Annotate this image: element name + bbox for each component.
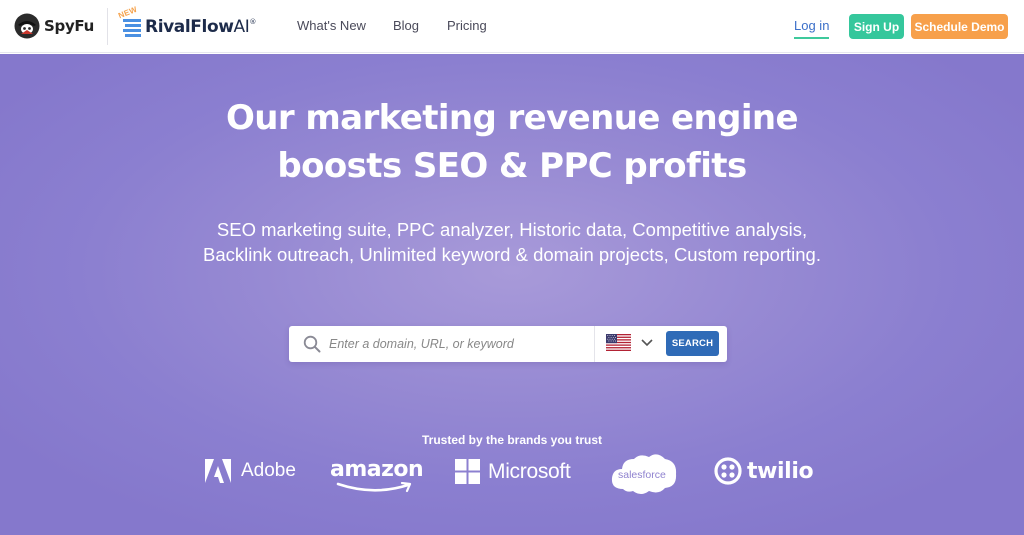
microsoft-logo: Microsoft [455,459,571,484]
twilio-logo: twilio [714,457,814,485]
amazon-logo: amazon [330,457,424,493]
twilio-logo-text: twilio [747,458,814,484]
country-select[interactable] [594,326,662,362]
rivalflow-ai-logo[interactable]: NEW RivalFlowAI® [117,5,268,44]
sign-up-button[interactable]: Sign Up [849,14,904,39]
spyfu-logo-text: SpyFu [44,17,94,35]
hero-title: Our marketing revenue engine boosts SEO … [112,94,912,190]
amazon-logo-text: amazon [330,457,424,482]
microsoft-logo-text: Microsoft [488,459,571,483]
spyfu-spy-icon [14,13,40,39]
chevron-down-icon [641,339,653,347]
salesforce-logo-text: salesforce [618,469,666,481]
trusted-brands-label: Trusted by the brands you trust [421,433,603,447]
rivalflow-logo-ai: AI [233,17,250,37]
search-icon [303,335,321,353]
adobe-logo-text: Adobe [241,460,296,481]
top-nav-bar: SpyFu NEW RivalFlowAI® What's New Blog P… [0,0,1024,53]
rivalflow-logo-main: RivalFlow [145,17,234,37]
rivalflow-stripes-icon [123,19,141,37]
login-link[interactable]: Log in [794,18,830,39]
microsoft-windows-icon [455,459,480,484]
search-bar: SEARCH [289,326,727,362]
us-flag-icon [606,334,631,351]
schedule-demo-button[interactable]: Schedule Demo [911,14,1008,39]
search-input[interactable] [329,332,584,356]
hero-title-line-1: Our marketing revenue engine [226,98,799,138]
hero-title-line-2: boosts SEO & PPC profits [277,146,747,186]
hero-section: Our marketing revenue engine boosts SEO … [0,54,1024,535]
twilio-icon [714,457,742,485]
nav-whats-new[interactable]: What's New [297,18,366,33]
registered-mark: ® [249,18,256,26]
hero-subtitle: SEO marketing suite, PPC analyzer, Histo… [203,219,821,265]
nav-blog[interactable]: Blog [393,18,419,33]
logo-divider [107,8,108,45]
salesforce-logo: salesforce [609,451,679,497]
rivalflow-logo-text: RivalFlowAI® [145,17,256,37]
spyfu-logo[interactable]: SpyFu [14,13,94,39]
search-button[interactable]: SEARCH [666,331,719,356]
adobe-icon [205,459,231,483]
amazon-smile-icon [336,482,412,493]
nav-pricing[interactable]: Pricing [447,18,487,33]
adobe-logo: Adobe [205,459,296,483]
